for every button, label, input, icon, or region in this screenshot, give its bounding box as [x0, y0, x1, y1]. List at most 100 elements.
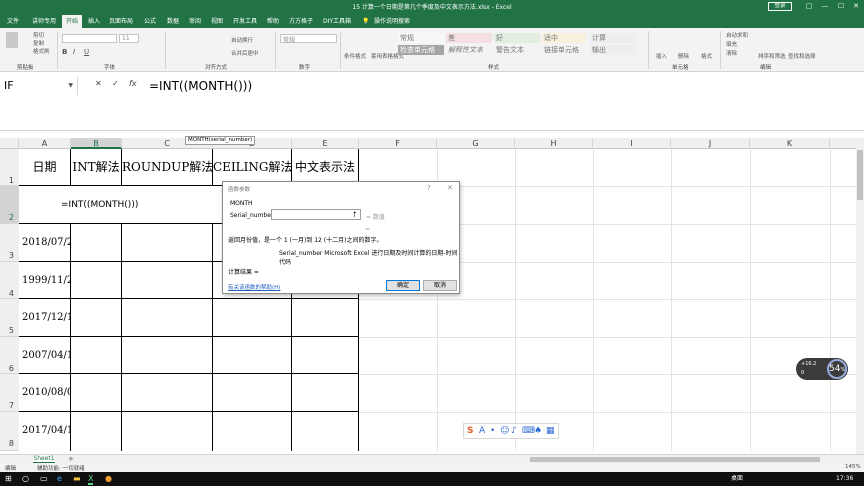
format-painter-button[interactable]: 格式刷: [33, 47, 50, 55]
tab-review[interactable]: 审阅: [185, 15, 205, 28]
header-cell[interactable]: 日期: [19, 149, 71, 186]
row-header[interactable]: 8: [0, 412, 19, 451]
style-normal[interactable]: 常规: [398, 33, 444, 43]
ribbon-display-icon[interactable]: ▢: [802, 1, 816, 11]
sort-filter-button[interactable]: 排序和筛选: [758, 52, 786, 60]
format-cells-button[interactable]: 格式: [701, 52, 712, 60]
serial-number-input[interactable]: [271, 209, 361, 220]
ok-button[interactable]: 确定: [386, 280, 420, 291]
tab-fangfang[interactable]: 方方格子: [286, 15, 316, 28]
bold-button[interactable]: B: [62, 48, 67, 56]
column-header[interactable]: K: [750, 138, 830, 149]
confirm-entry-icon[interactable]: ✓: [112, 79, 119, 88]
chevron-down-icon[interactable]: ▼: [68, 77, 73, 95]
windows-start-icon[interactable]: ⊞: [5, 475, 12, 483]
insert-cells-button[interactable]: 插入: [656, 52, 667, 60]
row-header[interactable]: 7: [0, 374, 19, 412]
tab-data[interactable]: 数据: [163, 15, 183, 28]
tab-home[interactable]: 开始: [62, 15, 82, 28]
punctuation-icon[interactable]: •: [490, 426, 495, 436]
tab-developer[interactable]: 开发工具: [230, 15, 260, 28]
tab-insert[interactable]: 插入: [84, 15, 104, 28]
column-header[interactable]: J: [671, 138, 750, 149]
tab-view[interactable]: 视图: [207, 15, 227, 28]
cut-button[interactable]: 剪切: [33, 31, 44, 39]
select-all-corner[interactable]: [0, 138, 19, 149]
row-header[interactable]: 1: [0, 149, 19, 186]
column-header[interactable]: A: [19, 138, 71, 149]
style-explanatory[interactable]: 解释性文本: [446, 45, 492, 55]
copy-button[interactable]: 复制: [33, 39, 44, 47]
emoji-icon[interactable]: ☺: [500, 426, 509, 436]
style-calculation[interactable]: 计算: [590, 33, 636, 43]
font-size-combo[interactable]: 11: [119, 34, 139, 43]
toolbox-icon[interactable]: ▦: [546, 426, 555, 436]
style-good[interactable]: 好: [494, 33, 540, 43]
style-neutral[interactable]: 适中: [542, 33, 586, 43]
date-cell[interactable]: 2018/07/28: [19, 224, 71, 262]
add-sheet-icon[interactable]: +: [68, 455, 74, 463]
date-cell[interactable]: 1999/11/29: [19, 262, 71, 299]
style-warning[interactable]: 警告文本: [494, 45, 540, 55]
vertical-scrollbar[interactable]: [856, 138, 864, 454]
delete-cells-button[interactable]: 删除: [678, 52, 689, 60]
tab-diy[interactable]: DIY工具箱: [320, 15, 354, 28]
tell-me-search[interactable]: 操作说明搜索: [372, 15, 412, 28]
insert-function-icon[interactable]: fx: [129, 79, 137, 88]
grid-cell[interactable]: [71, 224, 122, 451]
date-cell[interactable]: 2010/08/02: [19, 374, 71, 412]
find-select-button[interactable]: 查找和选择: [788, 52, 816, 60]
sogou-logo-icon[interactable]: S: [467, 426, 473, 436]
style-bad[interactable]: 差: [446, 33, 492, 43]
cancel-button[interactable]: 取消: [423, 280, 457, 291]
style-output[interactable]: 输出: [590, 45, 636, 55]
task-view-icon[interactable]: ▭: [40, 475, 48, 483]
column-header[interactable]: I: [593, 138, 671, 149]
close-icon[interactable]: ✕: [849, 1, 863, 11]
grid-cell[interactable]: [122, 224, 213, 451]
function-help-link[interactable]: 有关该函数的帮助(H): [228, 283, 280, 291]
wrap-text-button[interactable]: 自动换行: [231, 36, 253, 44]
maximize-icon[interactable]: ☐: [834, 1, 848, 11]
formula-input[interactable]: =INT((MONTH())): [149, 77, 252, 95]
clear-button[interactable]: 清除: [726, 49, 737, 57]
column-header[interactable]: B: [71, 138, 122, 149]
clock[interactable]: 17:36: [836, 475, 853, 483]
minimize-icon[interactable]: —: [818, 1, 832, 11]
app-icon[interactable]: ●: [105, 475, 112, 483]
horizontal-scrollbar[interactable]: [530, 457, 820, 462]
italic-button[interactable]: I: [73, 48, 75, 56]
row-header[interactable]: 2: [0, 186, 19, 224]
edge-icon[interactable]: e: [57, 475, 62, 483]
header-cell[interactable]: ROUNDUP解法: [122, 149, 213, 186]
scroll-thumb[interactable]: [857, 150, 863, 200]
fill-button[interactable]: 填充: [726, 40, 737, 48]
style-linked-cell[interactable]: 链接单元格: [542, 45, 586, 55]
autosum-button[interactable]: 自动求和: [726, 31, 748, 39]
collapse-dialog-icon[interactable]: ⭡: [349, 210, 360, 219]
skin-icon[interactable]: ♠: [534, 426, 542, 436]
signin-button[interactable]: 登录: [768, 2, 792, 11]
cancel-entry-icon[interactable]: ✕: [95, 79, 102, 88]
merge-center-button[interactable]: 合并后居中: [231, 49, 259, 57]
number-format-combo[interactable]: 常规: [280, 34, 337, 44]
column-header[interactable]: G: [437, 138, 515, 149]
column-header[interactable]: F: [359, 138, 437, 149]
conditional-format-button[interactable]: 条件格式: [344, 52, 366, 60]
row-header[interactable]: 3: [0, 224, 19, 262]
header-cell[interactable]: INT解法: [71, 149, 122, 186]
search-icon[interactable]: ○: [22, 475, 29, 483]
editing-cell[interactable]: =INT((MONTH())): [19, 186, 222, 224]
excel-icon[interactable]: X: [88, 475, 94, 485]
close-icon[interactable]: ✕: [447, 184, 453, 192]
column-header[interactable]: H: [515, 138, 593, 149]
help-icon[interactable]: ?: [427, 184, 431, 192]
column-header[interactable]: E: [292, 138, 359, 149]
accessibility-status[interactable]: 辅助功能: 一切就绪: [37, 464, 85, 472]
date-cell[interactable]: 2007/04/15: [19, 337, 71, 374]
row-header[interactable]: 4: [0, 262, 19, 299]
row-header[interactable]: 6: [0, 337, 19, 374]
desktop-label[interactable]: 桌面: [731, 475, 743, 483]
function-tooltip[interactable]: MONTH(serial_number): [185, 136, 256, 145]
tab-help[interactable]: 帮助: [263, 15, 283, 28]
